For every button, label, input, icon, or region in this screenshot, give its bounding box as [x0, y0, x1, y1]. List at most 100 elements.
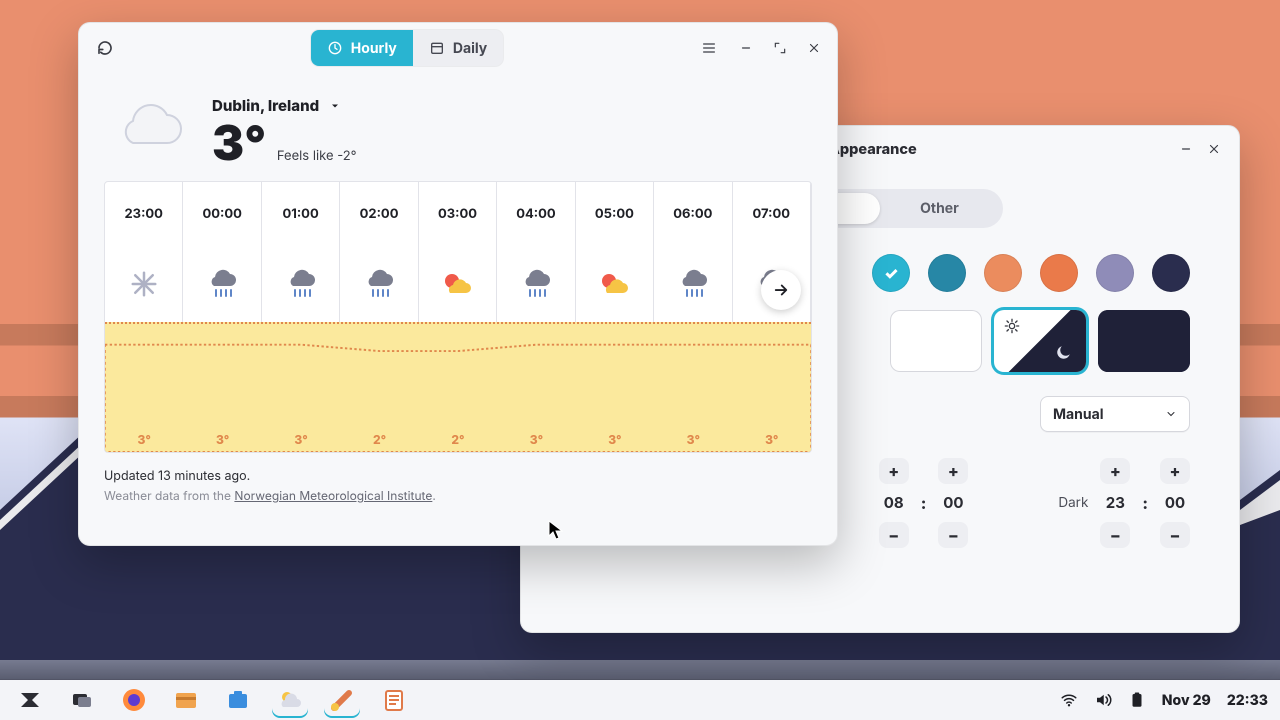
appearance-tab-other[interactable]: Other	[880, 193, 999, 224]
accent-swatch-0[interactable]	[872, 254, 910, 292]
system-tray[interactable]: Nov 29 22:33	[1060, 691, 1268, 709]
hour-temp: 3°	[576, 324, 654, 453]
hour-time: 04:00	[497, 182, 575, 246]
hour-temp: 3°	[183, 324, 261, 453]
light-min-minus[interactable]: −	[938, 522, 968, 548]
dark-min-value: 00	[1160, 490, 1190, 516]
hour-weather-icon	[340, 246, 418, 322]
close-button[interactable]	[800, 34, 828, 62]
calendar-icon	[429, 40, 445, 56]
taskbar-app-notes[interactable]	[376, 682, 412, 718]
current-conditions: Dublin, Ireland 3° Feels like -2°	[104, 74, 812, 181]
attribution-prefix: Weather data from the	[104, 488, 234, 503]
tab-hourly-label: Hourly	[351, 40, 397, 57]
tab-daily[interactable]: Daily	[413, 30, 503, 66]
hour-time: 00:00	[183, 182, 261, 246]
theme-dark-card[interactable]	[1098, 310, 1190, 372]
taskbar-time: 22:33	[1227, 692, 1268, 709]
forecast-tabs: Hourly Daily	[311, 30, 503, 66]
accent-swatch-2[interactable]	[984, 254, 1022, 292]
hour-time: 05:00	[576, 182, 654, 246]
taskbar-app-files[interactable]	[168, 682, 204, 718]
hour-temp: 3°	[654, 324, 732, 453]
taskbar-app-software[interactable]	[220, 682, 256, 718]
hour-temp: 2°	[419, 324, 497, 453]
hour-time: 07:00	[733, 182, 811, 246]
hour-weather-icon	[183, 246, 261, 322]
hour-weather-icon	[419, 246, 497, 322]
colon: :	[1142, 493, 1148, 513]
maximize-button[interactable]	[766, 34, 794, 62]
taskbar-app-appearance[interactable]	[324, 682, 360, 718]
dark-hour-plus[interactable]: +	[1100, 458, 1130, 484]
hour-time: 23:00	[105, 182, 183, 246]
clock-icon	[327, 40, 343, 56]
battery-icon	[1128, 691, 1146, 709]
minimize-button[interactable]	[1172, 135, 1200, 163]
current-weather-icon	[104, 92, 194, 162]
light-time-group: + 08 − : + 00 −	[879, 458, 969, 548]
accent-swatch-5[interactable]	[1152, 254, 1190, 292]
hour-weather-icon	[654, 246, 732, 322]
menu-button[interactable]	[692, 31, 726, 65]
hour-time: 01:00	[262, 182, 340, 246]
hour-time: 02:00	[340, 182, 418, 246]
light-hour-value: 08	[879, 490, 909, 516]
dark-min-plus[interactable]: +	[1160, 458, 1190, 484]
updated-text: Updated 13 minutes ago.	[104, 469, 812, 484]
hour-weather-icon	[105, 246, 183, 322]
hour-weather-icon	[576, 246, 654, 322]
taskbar: Nov 29 22:33	[0, 680, 1280, 720]
theme-auto-card[interactable]	[994, 310, 1086, 372]
refresh-button[interactable]	[88, 31, 122, 65]
hourly-forecast-strip: 23:0000:0001:0002:0003:0004:0005:0006:00…	[104, 181, 812, 453]
weather-footer: Updated 13 minutes ago. Weather data fro…	[104, 469, 812, 503]
dark-hour-minus[interactable]: −	[1100, 522, 1130, 548]
hour-temp: 3°	[733, 324, 811, 453]
hour-temp: 3°	[262, 324, 340, 453]
tab-hourly[interactable]: Hourly	[311, 30, 413, 66]
light-min-value: 00	[938, 490, 968, 516]
schedule-mode-value: Manual	[1053, 406, 1104, 423]
weather-titlebar: Hourly Daily	[78, 22, 838, 74]
theme-light-card[interactable]	[890, 310, 982, 372]
taskbar-date: Nov 29	[1162, 692, 1211, 709]
light-min-plus[interactable]: +	[938, 458, 968, 484]
hour-temp: 3°	[497, 324, 575, 453]
current-temp: 3°	[212, 119, 266, 167]
tab-daily-label: Daily	[453, 40, 487, 57]
wifi-icon	[1060, 691, 1078, 709]
dark-hour-value: 23	[1100, 490, 1130, 516]
light-hour-minus[interactable]: −	[879, 522, 909, 548]
hour-weather-icon	[262, 246, 340, 322]
close-button[interactable]	[1200, 135, 1228, 163]
scroll-next-button[interactable]	[761, 270, 801, 310]
light-hour-plus[interactable]: +	[879, 458, 909, 484]
chevron-down-icon	[329, 100, 341, 112]
hour-weather-icon	[497, 246, 575, 322]
taskbar-app-firefox[interactable]	[116, 682, 152, 718]
accent-swatch-3[interactable]	[1040, 254, 1078, 292]
colon: :	[921, 493, 927, 513]
dark-label: Dark	[1058, 495, 1088, 511]
hour-temp: 3°	[105, 324, 183, 453]
weather-window: Hourly Daily	[78, 22, 838, 546]
start-button[interactable]	[12, 682, 48, 718]
accent-swatch-4[interactable]	[1096, 254, 1134, 292]
dark-min-minus[interactable]: −	[1160, 522, 1190, 548]
hour-temp: 2°	[340, 324, 418, 453]
schedule-mode-select[interactable]: Manual	[1040, 396, 1190, 432]
dark-time-group: Dark + 23 − : + 00 −	[1058, 458, 1190, 548]
taskbar-app-weather[interactable]	[272, 682, 308, 718]
moon-icon	[1054, 344, 1072, 362]
hour-time: 06:00	[654, 182, 732, 246]
attribution-link[interactable]: Norwegian Meteorological Institute	[234, 488, 432, 503]
chevron-down-icon	[1165, 408, 1177, 420]
accent-swatch-1[interactable]	[928, 254, 966, 292]
feels-like: Feels like -2°	[277, 148, 357, 164]
sun-icon	[1004, 318, 1020, 334]
hour-time: 03:00	[419, 182, 497, 246]
minimize-button[interactable]	[732, 34, 760, 62]
taskview-button[interactable]	[64, 682, 100, 718]
volume-icon	[1094, 691, 1112, 709]
